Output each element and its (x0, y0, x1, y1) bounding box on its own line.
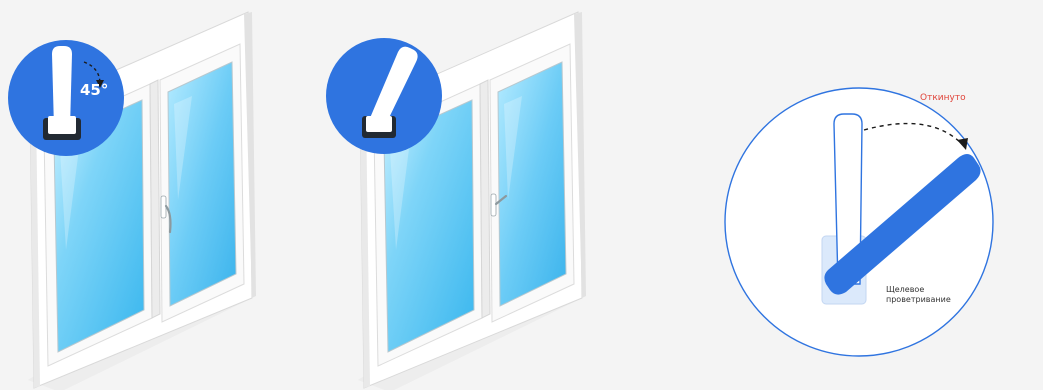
vent-label-line2: проветривание (886, 295, 951, 304)
vent-label-line1: Щелевое (886, 285, 924, 294)
badge-closed: 45° (8, 40, 124, 156)
handle-vertical-icon (52, 46, 72, 128)
badge-tilted (326, 38, 442, 154)
tilt-label: Откинуто (920, 93, 966, 103)
diagram-svg: 45° Откинуто Щелевое проветривание (8, 11, 994, 390)
detail-view: Откинуто Щелевое проветривание (724, 87, 994, 357)
angle-label: 45° (80, 81, 108, 99)
window-ventilation-diagram: 45° Откинуто Щелевое проветривание (0, 0, 1043, 390)
